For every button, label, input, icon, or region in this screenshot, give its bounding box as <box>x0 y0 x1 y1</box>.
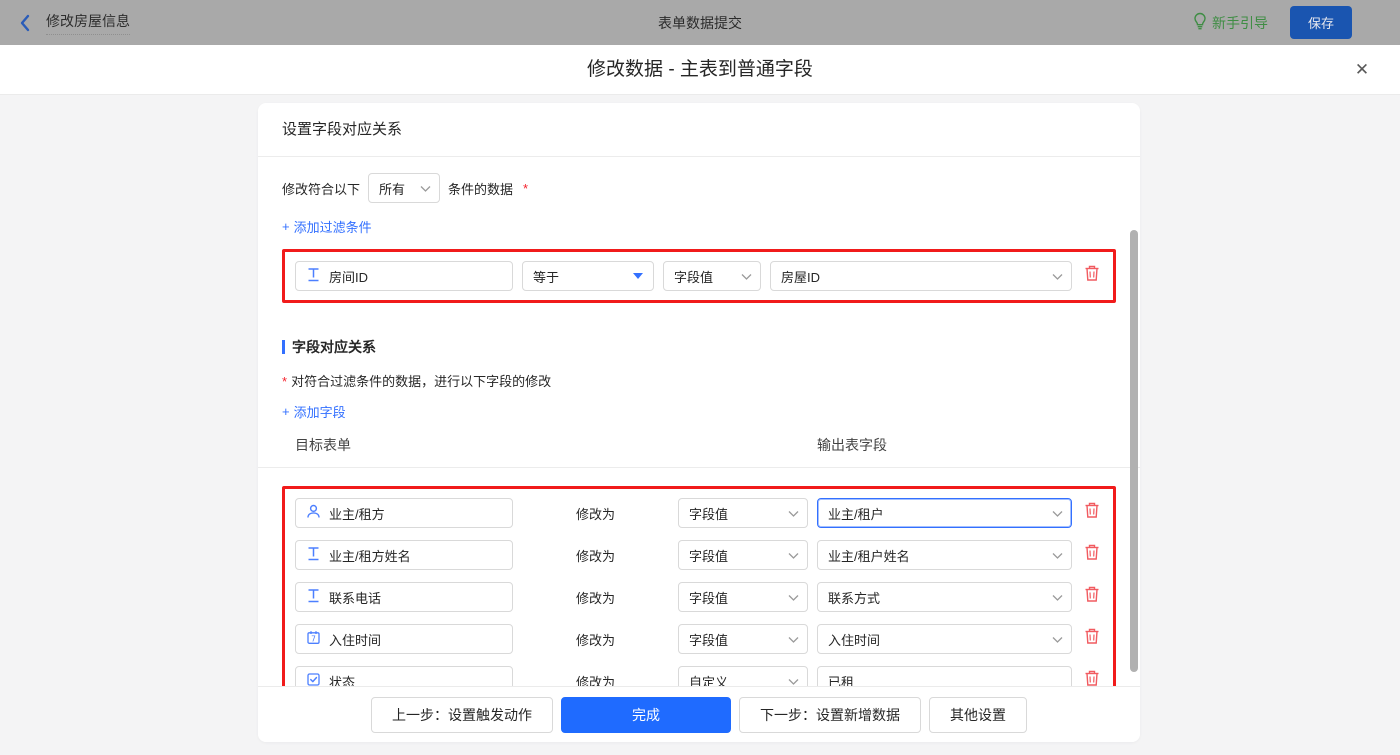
save-button[interactable]: 保存 <box>1290 6 1352 39</box>
condition-suffix: 条件的数据 <box>448 179 513 198</box>
chevron-down-icon <box>1052 632 1063 647</box>
prev-step-button[interactable]: 上一步：设置触发动作 <box>371 697 553 733</box>
filter-field-pill[interactable]: 房间ID <box>295 261 513 291</box>
text-field-icon <box>306 267 321 285</box>
chevron-down-icon <box>1052 269 1063 284</box>
newbie-guide-link[interactable]: 新手引导 <box>1193 12 1268 33</box>
plus-icon: + <box>282 404 290 419</box>
mapping-table-headers: 目标表单 输出表字段 <box>282 435 1116 467</box>
value-type-select[interactable]: 字段值 <box>678 540 808 570</box>
output-field-select[interactable]: 业主/租户 <box>817 498 1072 528</box>
modal-header: 修改数据 - 主表到普通字段 ✕ <box>0 45 1400 95</box>
plus-icon: + <box>282 219 290 234</box>
trash-icon <box>1084 586 1100 608</box>
other-settings-button[interactable]: 其他设置 <box>929 697 1027 733</box>
column-header-output-field: 输出表字段 <box>817 435 1072 455</box>
modify-label: 修改为 <box>522 630 669 649</box>
close-icon[interactable]: ✕ <box>1350 45 1374 94</box>
header-divider <box>258 467 1140 468</box>
chevron-down-icon <box>1052 590 1063 605</box>
chevron-down-icon <box>741 269 752 284</box>
value-type-select[interactable]: 字段值 <box>678 582 808 612</box>
delete-row-button[interactable] <box>1081 586 1103 608</box>
filter-value-type-select[interactable]: 字段值 <box>663 261 761 291</box>
modify-label: 修改为 <box>522 504 669 523</box>
mapping-highlight-box: 业主/租方 修改为 字段值 业主/租户 <box>282 486 1116 708</box>
output-field-select[interactable]: 入住时间 <box>817 624 1072 654</box>
output-field-select[interactable]: 业主/租户姓名 <box>817 540 1072 570</box>
condition-prefix: 修改符合以下 <box>282 179 360 198</box>
vertical-scrollbar[interactable] <box>1130 230 1138 672</box>
text-field-icon <box>306 588 321 606</box>
chevron-down-icon <box>1052 506 1063 521</box>
trash-icon <box>1084 628 1100 650</box>
chevron-down-icon <box>788 590 799 605</box>
condition-row: 修改符合以下 所有 条件的数据 * <box>282 173 1116 203</box>
filter-condition-row: 房间ID 等于 字段值 房屋ID <box>295 261 1103 291</box>
value-type-select[interactable]: 字段值 <box>678 624 808 654</box>
delete-row-button[interactable] <box>1081 544 1103 566</box>
calendar-icon: 7 <box>306 630 321 648</box>
svg-text:7: 7 <box>311 635 316 644</box>
panel-header: 设置字段对应关系 <box>258 103 1140 157</box>
target-field-pill[interactable]: 联系电话 <box>295 582 513 612</box>
filter-value-select[interactable]: 房屋ID <box>770 261 1072 291</box>
section-accent-bar <box>282 340 285 354</box>
chevron-down-icon <box>420 181 431 196</box>
modal-title: 修改数据 - 主表到普通字段 <box>0 45 1400 94</box>
topbar: 修改房屋信息 表单数据提交 新手引导 保存 <box>0 0 1400 45</box>
mapping-section-title: 字段对应关系 <box>282 337 1116 357</box>
required-mark: * <box>282 374 287 389</box>
chevron-down-icon <box>1052 548 1063 563</box>
mapping-row: 7 入住时间 修改为 字段值 入住时间 <box>295 624 1103 654</box>
back-button[interactable] <box>18 14 32 32</box>
chevron-down-icon <box>788 506 799 521</box>
lightbulb-icon <box>1193 12 1207 33</box>
add-field-link[interactable]: + 添加字段 <box>282 402 346 421</box>
trash-icon <box>1084 502 1100 524</box>
value-type-select[interactable]: 字段值 <box>678 498 808 528</box>
mapping-row: 业主/租方 修改为 字段值 业主/租户 <box>295 498 1103 528</box>
filter-condition-highlight-box: 房间ID 等于 字段值 房屋ID <box>282 249 1116 303</box>
delete-filter-button[interactable] <box>1081 265 1103 287</box>
required-mark: * <box>523 181 528 196</box>
field-mapping-panel: 设置字段对应关系 修改符合以下 所有 条件的数据 * + 添加过滤条件 <box>258 103 1140 742</box>
chevron-down-icon <box>788 548 799 563</box>
done-button[interactable]: 完成 <box>561 697 731 733</box>
delete-row-button[interactable] <box>1081 628 1103 650</box>
add-filter-link[interactable]: + 添加过滤条件 <box>282 217 372 236</box>
target-field-pill[interactable]: 7 入住时间 <box>295 624 513 654</box>
column-header-target-form: 目标表单 <box>295 435 513 455</box>
filter-operator-select[interactable]: 等于 <box>522 261 654 291</box>
modify-label: 修改为 <box>522 546 669 565</box>
trash-icon <box>1084 265 1100 287</box>
newbie-guide-label: 新手引导 <box>1212 13 1268 33</box>
caret-down-icon <box>633 273 643 279</box>
trash-icon <box>1084 544 1100 566</box>
wizard-footer: 上一步：设置触发动作 完成 下一步：设置新增数据 其他设置 <box>258 686 1140 742</box>
chevron-left-icon <box>18 14 32 32</box>
mapping-description: *对符合过滤条件的数据，进行以下字段的修改 <box>282 371 1116 390</box>
mapping-row: 业主/租方姓名 修改为 字段值 业主/租户姓名 <box>295 540 1103 570</box>
mapping-row: 联系电话 修改为 字段值 联系方式 <box>295 582 1103 612</box>
next-step-button[interactable]: 下一步：设置新增数据 <box>739 697 921 733</box>
modify-label: 修改为 <box>522 588 669 607</box>
workflow-title[interactable]: 修改房屋信息 <box>46 11 130 35</box>
text-field-icon <box>306 546 321 564</box>
output-field-select[interactable]: 联系方式 <box>817 582 1072 612</box>
condition-scope-select[interactable]: 所有 <box>368 173 440 203</box>
delete-row-button[interactable] <box>1081 502 1103 524</box>
target-field-pill[interactable]: 业主/租方 <box>295 498 513 528</box>
target-field-pill[interactable]: 业主/租方姓名 <box>295 540 513 570</box>
topbar-center-title: 表单数据提交 <box>0 13 1400 33</box>
chevron-down-icon <box>788 632 799 647</box>
user-icon <box>306 504 321 522</box>
